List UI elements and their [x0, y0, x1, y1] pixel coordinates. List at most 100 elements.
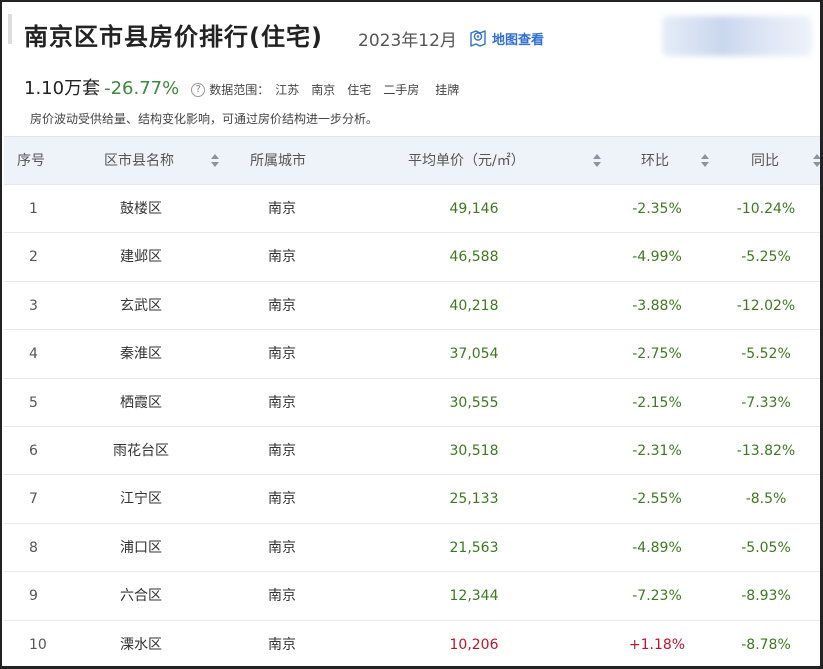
- rank-cell: 6: [29, 442, 38, 459]
- mom-change: -2.55%: [632, 491, 682, 508]
- page-title: 南京区市县房价排行(住宅): [24, 23, 323, 51]
- scope-tag-market: 二手房: [383, 83, 420, 97]
- column-header-yoy[interactable]: 同比: [751, 137, 779, 186]
- table-row[interactable]: 5 栖霞区 南京 30,555 -2.15% -7.33%: [4, 379, 820, 427]
- table-row[interactable]: 7 江宁区 南京 25,133 -2.55% -8.5%: [4, 475, 820, 524]
- district-name: 建邺区: [120, 249, 162, 266]
- district-name: 江宁区: [120, 491, 162, 508]
- rank-cell: 2: [29, 249, 38, 266]
- mom-change: -4.99%: [632, 249, 682, 266]
- listing-count: 1.10万套: [24, 78, 101, 99]
- district-name: 玄武区: [120, 297, 162, 314]
- scope-tag-type: 住宅: [347, 83, 372, 97]
- rank-cell: 9: [29, 588, 38, 605]
- table-row[interactable]: 8 浦口区 南京 21,563 -4.89% -5.05%: [4, 524, 820, 573]
- mom-change: -2.15%: [632, 394, 682, 411]
- avg-price: 21,563: [449, 539, 499, 556]
- map-view-label: 地图查看: [492, 32, 545, 48]
- district-name: 浦口区: [120, 539, 162, 556]
- city-name: 南京: [268, 394, 296, 411]
- mom-change: -2.35%: [632, 201, 682, 217]
- sort-price-icon[interactable]: [593, 154, 601, 168]
- sort-name-icon[interactable]: [211, 154, 219, 168]
- yoy-change: -13.82%: [736, 442, 796, 459]
- city-name: 南京: [268, 442, 296, 459]
- title-accent-bar: [8, 14, 12, 44]
- table-row[interactable]: 1 鼓楼区 南京 49,146 -2.35% -10.24%: [4, 185, 820, 234]
- rank-cell: 10: [29, 636, 47, 653]
- district-name: 鼓楼区: [120, 201, 162, 217]
- table-header: 序号 区市县名称 所属城市 平均单价（元/㎡） 环比 同比: [4, 136, 820, 185]
- column-header-mom[interactable]: 环比: [641, 137, 669, 186]
- avg-price: 49,146: [449, 201, 499, 217]
- scope-label: 数据范围：: [209, 83, 270, 97]
- table-row[interactable]: 3 玄武区 南京 40,218 -3.88% -12.02%: [4, 282, 820, 331]
- avg-price: 30,518: [449, 442, 499, 459]
- rank-cell: 1: [29, 201, 38, 217]
- table-row[interactable]: 9 六合区 南京 12,344 -7.23% -8.93%: [4, 572, 820, 621]
- yoy-change: -10.24%: [736, 201, 796, 217]
- analysis-note: 房价波动受供给量、结构变化影响，可通过房价结构进一步分析。: [30, 112, 379, 126]
- city-name: 南京: [268, 297, 296, 314]
- district-name: 栖霞区: [120, 394, 162, 411]
- city-name: 南京: [268, 636, 296, 653]
- district-name: 秦淮区: [120, 346, 162, 363]
- sort-yoy-icon[interactable]: [813, 154, 820, 168]
- summary-stats: 1.10万套 -26.77% ? 数据范围： 江苏 南京 住宅 二手房 挂牌: [24, 74, 459, 100]
- map-pin-icon: [470, 30, 486, 47]
- ranking-table: 序号 区市县名称 所属城市 平均单价（元/㎡） 环比 同比 1 鼓楼区 南京 4…: [4, 136, 820, 666]
- rank-cell: 3: [29, 297, 38, 314]
- mom-change: +1.18%: [628, 636, 686, 653]
- rank-cell: 8: [29, 539, 38, 556]
- rank-cell: 4: [29, 346, 38, 363]
- column-header-name[interactable]: 区市县名称: [104, 137, 174, 186]
- avg-price: 10,206: [449, 636, 499, 653]
- mom-change: -4.89%: [632, 539, 682, 556]
- column-header-city: 所属城市: [250, 153, 306, 169]
- table-body: 1 鼓楼区 南京 49,146 -2.35% -10.24% 2 建邺区 南京 …: [4, 185, 820, 666]
- date-label: 2023年12月: [358, 31, 457, 51]
- city-name: 南京: [268, 588, 296, 605]
- blurred-region: [662, 16, 812, 56]
- mom-change: -3.88%: [632, 297, 682, 314]
- column-header-price[interactable]: 平均单价（元/㎡）: [408, 137, 525, 186]
- scope-tag-source: 挂牌: [435, 83, 460, 97]
- scope-tag-city: 南京: [311, 83, 336, 97]
- ranking-panel: 南京区市县房价排行(住宅) 2023年12月 地图查看 1.10万套 -26.7…: [0, 0, 823, 669]
- yoy-change: -8.78%: [741, 636, 791, 653]
- mom-change: -2.75%: [632, 346, 682, 363]
- yoy-change: -12.02%: [736, 297, 796, 314]
- sort-mom-icon[interactable]: [701, 154, 709, 168]
- avg-price: 30,555: [449, 394, 499, 411]
- city-name: 南京: [268, 346, 296, 363]
- avg-price: 40,218: [449, 297, 499, 314]
- rank-cell: 7: [29, 491, 38, 508]
- yoy-change: -5.52%: [741, 346, 791, 363]
- mom-change: -2.31%: [632, 442, 682, 459]
- yoy-change: -5.25%: [741, 249, 791, 266]
- yoy-change: -8.5%: [745, 491, 787, 508]
- table-row[interactable]: 10 溧水区 南京 10,206 +1.18% -8.78%: [4, 621, 820, 666]
- map-view-link[interactable]: 地图查看: [468, 28, 544, 48]
- scope-tag-province: 江苏: [275, 83, 300, 97]
- avg-price: 46,588: [449, 249, 499, 266]
- avg-price: 12,344: [449, 588, 499, 605]
- mom-change: -7.23%: [632, 588, 682, 605]
- city-name: 南京: [268, 201, 296, 217]
- district-name: 雨花台区: [113, 442, 169, 459]
- avg-price: 25,133: [449, 491, 499, 508]
- district-name: 六合区: [120, 588, 162, 605]
- yoy-change: -8.93%: [741, 588, 791, 605]
- table-row[interactable]: 6 雨花台区 南京 30,518 -2.31% -13.82%: [4, 427, 820, 476]
- table-row[interactable]: 4 秦淮区 南京 37,054 -2.75% -5.52%: [4, 330, 820, 379]
- column-header-idx: 序号: [17, 153, 45, 169]
- listing-change: -26.77%: [104, 78, 180, 99]
- district-name: 溧水区: [120, 636, 162, 653]
- help-icon[interactable]: ?: [191, 83, 206, 97]
- yoy-change: -7.33%: [741, 394, 791, 411]
- yoy-change: -5.05%: [741, 539, 791, 556]
- city-name: 南京: [268, 249, 296, 266]
- city-name: 南京: [268, 491, 296, 508]
- avg-price: 37,054: [449, 346, 499, 363]
- table-row[interactable]: 2 建邺区 南京 46,588 -4.99% -5.25%: [4, 233, 820, 282]
